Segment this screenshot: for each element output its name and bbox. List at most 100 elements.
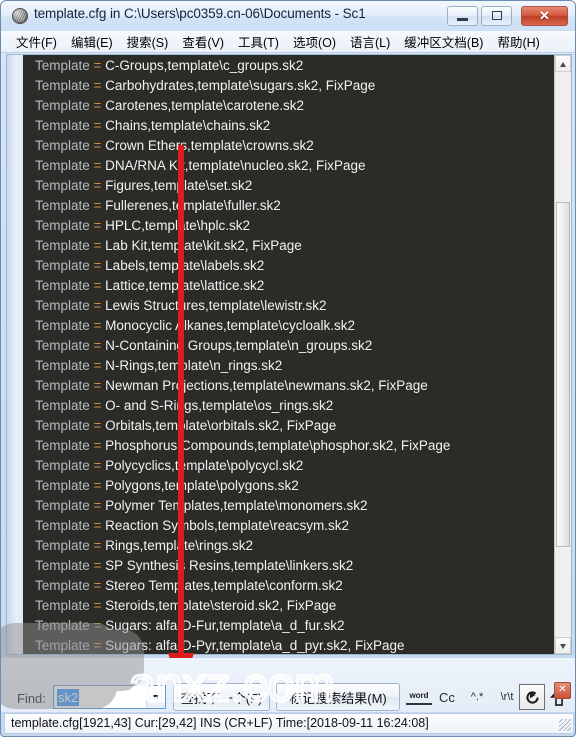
menu-bar: 文件(F) 编辑(E) 搜索(S) 查看(V) 工具(T) 选项(O) 语言(L… <box>1 30 575 54</box>
editor-area[interactable]: Template = C-Groups,template\c_groups.sk… <box>6 54 572 655</box>
fold-margin <box>7 55 23 654</box>
notepad-window: template.cfg in C:\Users\pc0359.cn-06\Do… <box>0 0 576 737</box>
config-line: Template = Sugars: alfa-D-Fur,template\a… <box>35 616 571 636</box>
config-key: Template <box>35 378 94 393</box>
config-line: Template = N-Containing Groups,template\… <box>35 336 571 356</box>
config-line: Template = Polygons,template\polygons.sk… <box>35 476 571 496</box>
config-line: Template = Lab Kit,template\kit.sk2, Fix… <box>35 236 571 256</box>
config-key: Template <box>35 618 94 633</box>
config-key: Template <box>35 278 94 293</box>
config-equals: = <box>93 398 106 413</box>
config-value: Reaction Symbols,template\reacsym.sk2 <box>105 518 350 533</box>
config-value: Orbitals,template\orbitals.sk2, FixPage <box>105 418 337 433</box>
config-value: DNA/RNA Kit,template\nucleo.sk2, FixPage <box>105 158 366 173</box>
whole-word-icon: word <box>406 690 432 705</box>
whole-word-toggle[interactable]: word <box>405 685 433 709</box>
menu-help[interactable]: 帮助(H) <box>490 30 546 54</box>
config-value: Fullerenes,template\fuller.sk2 <box>105 198 281 213</box>
config-value: O- and S-Rings,template\os_rings.sk2 <box>105 398 334 413</box>
regex-toggle[interactable]: ^.* <box>461 685 493 709</box>
config-line: Template = Newman Projections,template\n… <box>35 376 571 396</box>
config-equals: = <box>93 558 106 573</box>
scroll-down-button[interactable] <box>555 637 571 654</box>
config-line: Template = Labels,template\labels.sk2 <box>35 256 571 276</box>
config-line: Template = Chains,template\chains.sk2 <box>35 116 571 136</box>
config-equals: = <box>93 238 106 253</box>
text-canvas[interactable]: Template = C-Groups,template\c_groups.sk… <box>23 55 571 654</box>
config-key: Template <box>35 178 94 193</box>
config-line: Template = Lattice,template\lattice.sk2 <box>35 276 571 296</box>
config-value: Labels,template\labels.sk2 <box>105 258 265 273</box>
wrap-around-toggle[interactable] <box>519 684 545 710</box>
config-key: Template <box>35 418 94 433</box>
config-line: Template = Crown Ethers,template\crowns.… <box>35 136 571 156</box>
mark-all-button[interactable]: 标记搜索结果(M) <box>276 683 400 711</box>
config-equals: = <box>93 118 106 133</box>
config-key: Template <box>35 558 94 573</box>
minimize-button[interactable] <box>447 6 478 26</box>
minimize-icon <box>457 18 468 21</box>
config-equals: = <box>93 278 106 293</box>
menu-tools[interactable]: 工具(T) <box>231 30 286 54</box>
config-key: Template <box>35 318 94 333</box>
config-key: Template <box>35 98 94 113</box>
config-text: Template = C-Groups,template\c_groups.sk… <box>35 56 571 654</box>
config-value: Lattice,template\lattice.sk2 <box>105 278 265 293</box>
config-key: Template <box>35 238 94 253</box>
config-value: Carbohydrates,template\sugars.sk2, FixPa… <box>105 78 376 93</box>
config-equals: = <box>93 58 106 73</box>
config-line: Template = Steroids,template\steroid.sk2… <box>35 596 571 616</box>
vertical-scrollbar[interactable] <box>554 55 571 654</box>
config-key: Template <box>35 458 94 473</box>
scroll-up-button[interactable] <box>555 55 571 72</box>
close-icon: ✕ <box>539 8 550 23</box>
menu-options[interactable]: 选项(O) <box>286 30 343 54</box>
config-value: Carotenes,template\carotene.sk2 <box>105 98 305 113</box>
config-value: Newman Projections,template\newmans.sk2,… <box>105 378 428 393</box>
config-equals: = <box>93 358 106 373</box>
find-history-dropdown-icon[interactable] <box>146 686 165 708</box>
config-line: Template = SP Synthesis Resins,template\… <box>35 556 571 576</box>
menu-view[interactable]: 查看(V) <box>175 30 231 54</box>
loop-icon <box>525 690 539 704</box>
menu-file[interactable]: 文件(F) <box>9 30 64 54</box>
config-line: Template = DNA/RNA Kit,template\nucleo.s… <box>35 156 571 176</box>
menu-edit[interactable]: 编辑(E) <box>64 30 120 54</box>
scrollbar-thumb[interactable] <box>556 202 570 547</box>
config-value: Polycyclics,template\polycycl.sk2 <box>105 458 304 473</box>
config-key: Template <box>35 538 94 553</box>
config-equals: = <box>93 538 106 553</box>
config-value: N-Containing Groups,template\n_groups.sk… <box>105 338 373 353</box>
close-button[interactable]: ✕ <box>521 6 568 26</box>
menu-buffer-docs[interactable]: 缓冲区文档(B) <box>397 30 490 54</box>
find-label: Find: <box>17 691 46 706</box>
config-line: Template = Monocyclic Alkanes,template\c… <box>35 316 571 336</box>
config-value: Stereo Templates,template\conform.sk2 <box>105 578 343 593</box>
escape-sequence-toggle[interactable]: \r\t <box>493 685 521 709</box>
resize-grip[interactable] <box>559 719 571 731</box>
config-value: Lewis Structures,template\lewistr.sk2 <box>105 298 327 313</box>
config-key: Template <box>35 498 94 513</box>
find-next-button[interactable]: 查找下一个(F) <box>173 683 270 711</box>
config-key: Template <box>35 78 94 93</box>
config-key: Template <box>35 398 94 413</box>
match-case-toggle[interactable]: Cc <box>435 685 459 709</box>
config-value: Steroids,template\steroid.sk2, FixPage <box>105 598 337 613</box>
menu-language[interactable]: 语言(L) <box>343 30 397 54</box>
config-key: Template <box>35 578 94 593</box>
close-find-bar-button[interactable]: ✕ <box>554 682 571 699</box>
config-line: Template = Orbitals,template\orbitals.sk… <box>35 416 571 436</box>
config-equals: = <box>93 578 106 593</box>
maximize-button[interactable] <box>481 6 512 26</box>
config-equals: = <box>93 318 106 333</box>
menu-search[interactable]: 搜索(S) <box>120 30 176 54</box>
config-equals: = <box>93 618 106 633</box>
find-input[interactable]: sk2 <box>53 685 166 709</box>
config-line: Template = C-Groups,template\c_groups.sk… <box>35 56 571 76</box>
find-input-value: sk2 <box>57 689 80 706</box>
window-title: template.cfg in C:\Users\pc0359.cn-06\Do… <box>34 6 366 21</box>
config-value: Crown Ethers,template\crowns.sk2 <box>105 138 314 153</box>
config-key: Template <box>35 358 94 373</box>
config-value: HPLC,template\hplc.sk2 <box>105 218 250 233</box>
status-text: template.cfg[1921,43] Cur:[29,42] INS (C… <box>11 716 429 730</box>
